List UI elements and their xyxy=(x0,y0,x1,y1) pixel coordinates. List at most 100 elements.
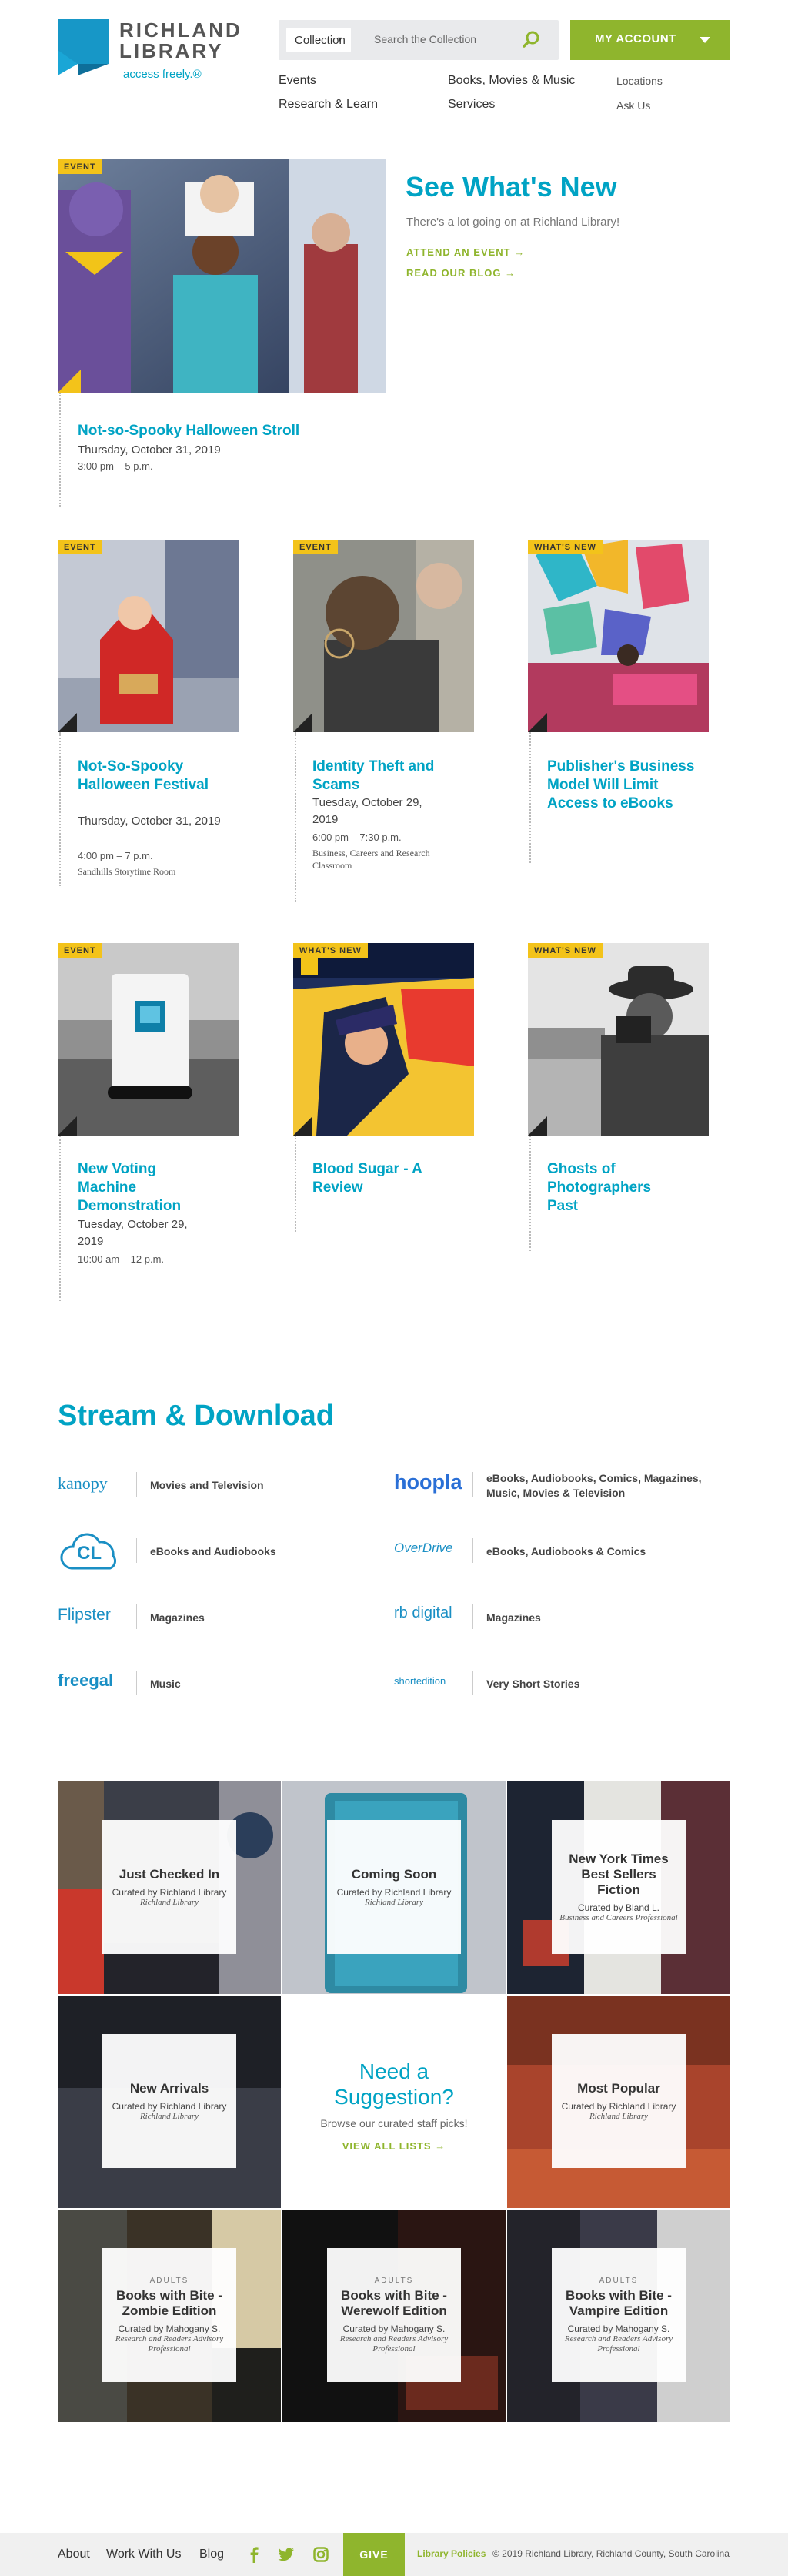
card-image-identity-theft[interactable] xyxy=(293,540,474,732)
nav-events[interactable]: Events xyxy=(279,74,316,88)
list-tile-zombie-edition[interactable]: ADULTS Books with Bite - Zombie Edition … xyxy=(58,2210,281,2422)
logo-line-2: LIBRARY xyxy=(119,39,224,62)
cloudlibrary-logo[interactable]: CL xyxy=(58,1528,125,1574)
nav-ask-us[interactable]: Ask Us xyxy=(616,99,650,112)
list-card: Just Checked In Curated by Richland Libr… xyxy=(102,1820,236,1954)
card-badge: WHAT'S NEW xyxy=(528,540,603,554)
list-tile-nyt-best-sellers[interactable]: New York Times Best Sellers Fiction Cura… xyxy=(507,1781,730,1994)
card-divider xyxy=(59,1136,61,1301)
card-time: 6:00 pm – 7:30 p.m. xyxy=(312,831,402,843)
featured-date: Thursday, October 31, 2019 xyxy=(78,443,221,457)
library-policies-link[interactable]: Library Policies xyxy=(417,2548,486,2559)
list-title: Just Checked In xyxy=(119,1866,220,1882)
collection-select[interactable]: Collection ▼ xyxy=(286,28,351,52)
card-image-blood-sugar[interactable] xyxy=(293,943,474,1136)
list-tile-vampire-edition[interactable]: ADULTS Books with Bite - Vampire Edition… xyxy=(507,2210,730,2422)
card-title[interactable]: Not-So-Spooky Halloween Festival xyxy=(78,758,224,795)
cloudlibrary-desc: eBooks and Audiobooks xyxy=(150,1545,276,1557)
list-tile-new-arrivals[interactable]: New Arrivals Curated by Richland Library… xyxy=(58,1996,281,2208)
nav-books-movies-music[interactable]: Books, Movies & Music xyxy=(448,74,575,88)
card-image-ebooks[interactable] xyxy=(528,540,709,732)
hoopla-logo[interactable]: hoopla xyxy=(394,1470,462,1494)
logo-wordmark[interactable]: RICHLAND LIBRARY xyxy=(119,20,242,62)
featured-event-image[interactable] xyxy=(58,159,386,393)
card-title[interactable]: Publisher's Business Model Will Limit Ac… xyxy=(547,758,701,813)
card-image-halloween-festival[interactable] xyxy=(58,540,239,732)
list-tile-coming-soon[interactable]: Coming Soon Curated by Richland Library … xyxy=(282,1781,506,1994)
card-divider xyxy=(529,732,531,863)
card-badge: EVENT xyxy=(293,540,338,554)
card-image-photographers[interactable] xyxy=(528,943,709,1136)
card-title[interactable]: Blood Sugar - A Review xyxy=(312,1160,459,1197)
kanopy-logo[interactable]: kanopy xyxy=(58,1474,108,1494)
card-title[interactable]: New Voting Machine Demonstration xyxy=(78,1160,209,1216)
read-our-blog-link[interactable]: READ OUR BLOG → xyxy=(406,267,516,279)
facebook-icon[interactable] xyxy=(248,2546,260,2563)
attend-an-event-link[interactable]: ATTEND AN EVENT → xyxy=(406,246,525,258)
card-title[interactable]: Ghosts of Photographers Past xyxy=(547,1160,686,1216)
copyright-text: © 2019 Richland Library, Richland County… xyxy=(492,2548,730,2559)
card-badge: EVENT xyxy=(58,943,102,958)
card-divider xyxy=(295,1136,296,1232)
card-title[interactable]: Identity Theft and Scams xyxy=(312,758,459,795)
see-whats-new-heading: See What's New xyxy=(406,171,617,202)
stream-heading: Stream & Download xyxy=(58,1400,334,1432)
short-edition-logo[interactable]: shortedition xyxy=(394,1675,446,1687)
logo-line-1: RICHLAND xyxy=(119,18,242,42)
my-account-label: MY ACCOUNT xyxy=(595,32,676,45)
footer-work-with-us-link[interactable]: Work With Us xyxy=(106,2548,181,2561)
divider xyxy=(136,1538,137,1563)
card-badge: WHAT'S NEW xyxy=(293,943,368,958)
nav-services[interactable]: Services xyxy=(448,98,495,112)
divider xyxy=(472,1472,473,1497)
list-card: Coming Soon Curated by Richland Library … xyxy=(327,1820,461,1954)
my-account-button[interactable]: MY ACCOUNT xyxy=(570,20,730,60)
list-card: ADULTS Books with Bite - Werewolf Editio… xyxy=(327,2248,461,2382)
list-curator-role: Research and Readers Advisory Profession… xyxy=(564,2333,673,2354)
freegal-desc: Music xyxy=(150,1678,181,1690)
featured-title[interactable]: Not-so-Spooky Halloween Stroll xyxy=(78,422,299,440)
nav-locations[interactable]: Locations xyxy=(616,75,663,87)
hoopla-desc: eBooks, Audiobooks, Comics, Magazines, M… xyxy=(486,1472,702,1499)
card-divider xyxy=(59,732,61,886)
list-card: New York Times Best Sellers Fiction Cura… xyxy=(552,1820,686,1954)
footer-blog-link[interactable]: Blog xyxy=(199,2548,224,2561)
flipster-logo[interactable]: Flipster xyxy=(58,1606,111,1624)
search-input[interactable]: Search the Collection xyxy=(374,33,476,45)
view-all-lists-link[interactable]: VIEW ALL LISTS → xyxy=(282,2140,506,2152)
list-curator-role: Research and Readers Advisory Profession… xyxy=(115,2333,224,2354)
logo-mark[interactable] xyxy=(58,19,109,75)
list-curator: Curated by Richland Library xyxy=(112,2100,227,2112)
card-time: 10:00 am – 12 p.m. xyxy=(78,1253,165,1265)
card-image-voting-machine[interactable] xyxy=(58,943,239,1136)
give-button[interactable]: GIVE xyxy=(343,2533,405,2576)
suggestion-text: Browse our curated staff picks! xyxy=(320,2117,468,2129)
list-tile-most-popular[interactable]: Most Popular Curated by Richland Library… xyxy=(507,1996,730,2208)
chevron-down-icon: ▼ xyxy=(336,35,343,43)
list-tile-werewolf-edition[interactable]: ADULTS Books with Bite - Werewolf Editio… xyxy=(282,2210,506,2422)
overdrive-logo[interactable]: OverDrive xyxy=(394,1541,453,1556)
nav-research-learn[interactable]: Research & Learn xyxy=(279,98,378,112)
list-curator: Curated by Richland Library xyxy=(561,2100,676,2112)
search-icon[interactable] xyxy=(518,27,544,53)
list-curator-role: Richland Library xyxy=(364,1897,424,1907)
list-title: Most Popular xyxy=(577,2080,660,2096)
list-tile-just-checked-in[interactable]: Just Checked In Curated by Richland Libr… xyxy=(58,1781,281,1994)
list-curator-role: Business and Careers Professional xyxy=(559,1912,678,1922)
card-divider xyxy=(295,732,296,902)
list-category: ADULTS xyxy=(149,2276,189,2285)
footer-about-link[interactable]: About xyxy=(58,2548,90,2561)
featured-badge: EVENT xyxy=(58,159,102,174)
list-category: ADULTS xyxy=(374,2276,414,2285)
list-card: ADULTS Books with Bite - Zombie Edition … xyxy=(102,2248,236,2382)
card-badge: WHAT'S NEW xyxy=(528,943,603,958)
twitter-icon[interactable] xyxy=(278,2548,295,2561)
rbdigital-logo[interactable]: rb digital xyxy=(394,1604,452,1622)
flipster-desc: Magazines xyxy=(150,1611,205,1624)
instagram-icon[interactable] xyxy=(313,2547,329,2562)
list-card: Most Popular Curated by Richland Library… xyxy=(552,2034,686,2168)
freegal-logo[interactable]: freegal xyxy=(58,1671,113,1691)
list-title: Books with Bite - Zombie Edition xyxy=(116,2287,222,2318)
list-curator-role: Research and Readers Advisory Profession… xyxy=(339,2333,449,2354)
list-curator: Curated by Bland L. xyxy=(577,1902,660,1913)
